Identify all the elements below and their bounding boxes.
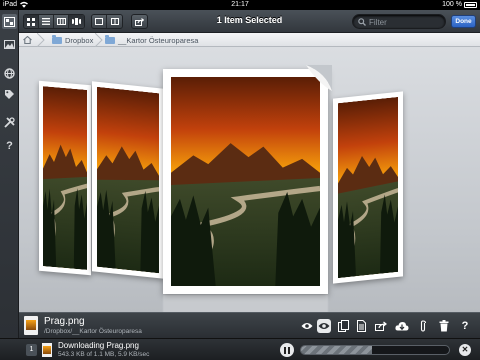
download-progress-bar [300,345,450,355]
done-button[interactable]: Done [451,15,476,28]
trash-icon[interactable] [437,319,451,333]
download-status: 543.3 KB of 1.1 MB, 5.9 KB/sec [58,351,150,358]
split-pane-icon[interactable] [107,15,122,28]
breadcrumb-label: __Kartor Östeuroparesa [118,35,199,45]
globe-icon[interactable] [2,66,17,81]
home-icon [23,36,32,44]
tools-icon[interactable] [2,115,17,130]
files-icon[interactable] [2,14,17,29]
photo-thumbnail [97,87,159,274]
page-curl-icon [306,65,332,91]
file-path: /Dropbox/__Kartor Östeuroparesa [44,328,142,335]
search-field[interactable] [352,14,446,29]
file-info-bar: Prag.png /Dropbox/__Kartor Östeuroparesa… [19,312,480,338]
coverflow-item-selected[interactable] [163,65,332,294]
center-reflection [163,295,328,312]
eye-icon[interactable] [300,319,314,333]
view-mode-switch [23,14,85,29]
help-icon[interactable]: ? [2,138,17,153]
coverflow-item[interactable] [92,81,164,279]
preview-icon[interactable] [317,319,331,333]
battery-percent: 100 % [442,1,462,8]
pause-button[interactable] [280,343,294,357]
download-progress-fill [301,346,373,354]
photo-thumbnail [338,97,398,278]
download-count-badge[interactable]: 1 [26,344,37,356]
image-file-icon [24,316,38,335]
folder-icon [52,34,62,44]
folder-icon [105,34,115,44]
coverflow-item[interactable] [39,80,91,276]
document-icon[interactable] [354,319,368,333]
download-cloud-icon[interactable] [395,319,409,333]
download-bar: 1 Downloading Prag.png 543.3 KB of 1.1 M… [0,338,480,360]
image-file-icon [42,343,52,357]
help-icon[interactable]: ? [458,319,472,333]
column-view-icon[interactable] [54,15,69,28]
preview-stage [19,47,480,312]
breadcrumb: Dropbox __Kartor Östeuroparesa [19,33,480,47]
photos-icon[interactable] [2,37,17,52]
file-name: Prag.png [44,316,85,327]
download-title: Downloading Prag.png [58,341,139,350]
share-icon[interactable] [132,15,147,28]
breadcrumb-current-folder[interactable]: __Kartor Östeuroparesa [105,33,198,47]
coverflow-item[interactable] [333,91,403,284]
share-icon[interactable] [374,319,388,333]
pause-icon [284,346,290,354]
copy-icon[interactable] [336,319,350,333]
clock: 21:17 [231,1,249,8]
sidebar: ? [0,10,19,340]
coverflow-view-icon[interactable] [69,15,84,28]
status-bar: iPad 21:17 100 % [0,0,480,10]
search-input[interactable] [369,16,443,28]
share-button[interactable] [131,14,148,29]
cancel-download-button[interactable]: ✕ [459,344,471,356]
breadcrumb-dropbox[interactable]: Dropbox [52,33,93,47]
pane-mode-switch [91,14,123,29]
search-icon [358,18,366,26]
photo-thumbnail [171,77,320,286]
grid-view-icon[interactable] [24,15,39,28]
list-view-icon[interactable] [39,15,54,28]
breadcrumb-label: Dropbox [65,35,94,45]
breadcrumb-separator [37,33,45,47]
tags-icon[interactable] [2,87,17,102]
photo-thumbnail [43,86,87,270]
breadcrumb-separator [95,33,103,47]
single-pane-icon[interactable] [92,15,107,28]
paperclip-icon[interactable] [416,319,430,333]
toolbar: 1 Item Selected Done [19,10,480,33]
battery-icon [464,2,477,8]
breadcrumb-home[interactable] [23,33,32,47]
